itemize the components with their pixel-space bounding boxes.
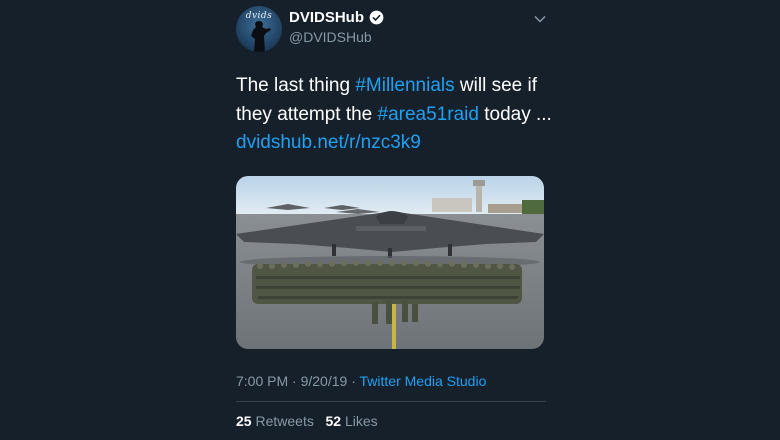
tweet-timestamp-row: 7:00 PM · 9/20/19 · Twitter Media Studio (236, 373, 486, 389)
author-handle[interactable]: @DVIDSHub (289, 29, 372, 45)
tweet-media-photo[interactable] (236, 176, 544, 349)
meta-separator: · (351, 373, 356, 389)
hashtag-area51raid[interactable]: #area51raid (378, 104, 479, 125)
meta-separator: · (292, 373, 297, 389)
author-name-row: DVIDSHub (289, 9, 384, 26)
chevron-down-icon[interactable] (534, 13, 546, 25)
retweets-count: 25 (236, 413, 252, 429)
display-name[interactable]: DVIDSHub (289, 9, 364, 26)
tweet-time[interactable]: 7:00 PM (236, 373, 288, 389)
divider (236, 401, 546, 402)
tweet-text: The last thing #Millennials will see if … (236, 72, 556, 158)
b2-bomber-group-photo (236, 176, 544, 349)
likes-stat[interactable]: 52 Likes (326, 413, 378, 429)
retweets-stat[interactable]: 25 Retweets (236, 413, 314, 429)
avatar[interactable]: dvids (236, 6, 282, 52)
likes-count: 52 (325, 413, 342, 429)
tweet-card: dvids DVIDSHub @DVIDSHub The last thing … (236, 0, 552, 440)
tweet-text-part1: The last thing (236, 75, 356, 96)
soldier-silhouette-icon (251, 21, 271, 52)
hashtag-millennials[interactable]: #Millennials (355, 75, 454, 96)
retweets-label: Retweets (255, 413, 314, 429)
tweet-link[interactable]: dvidshub.net/r/nzc3k9 (236, 132, 421, 153)
tweet-source[interactable]: Twitter Media Studio (360, 373, 487, 389)
engagement-stats: 25 Retweets 52 Likes (236, 413, 378, 429)
verified-badge-icon (369, 10, 384, 25)
tweet-date[interactable]: 9/20/19 (301, 373, 348, 389)
likes-label: Likes (344, 413, 378, 429)
tweet-text-part3: today ... (478, 103, 552, 125)
